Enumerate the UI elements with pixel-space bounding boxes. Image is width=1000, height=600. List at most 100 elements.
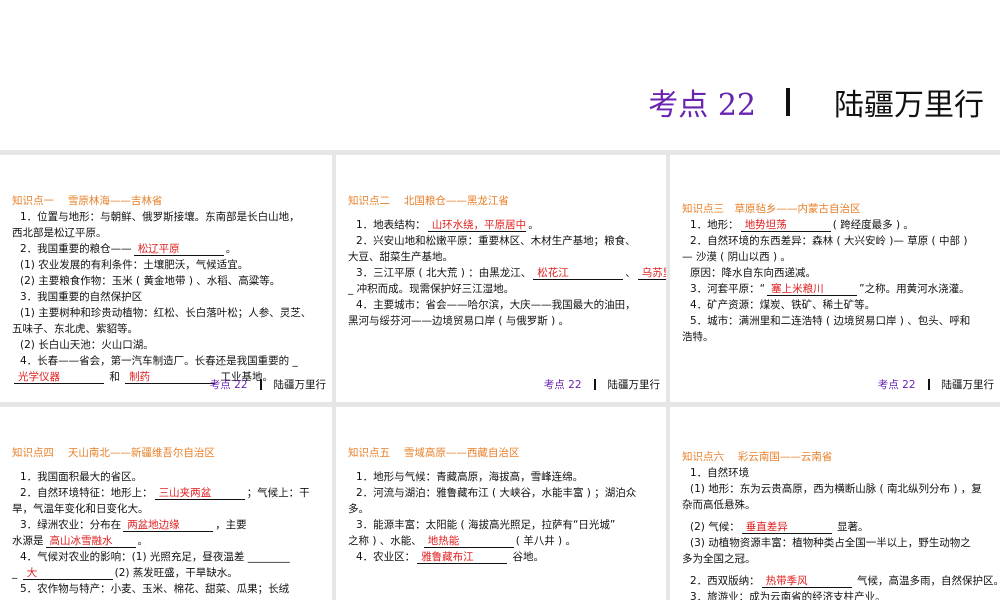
text-segment: 4．气候对农业的影响：(1) 光照充足，昼夜温差 ________	[20, 551, 290, 563]
text-line: 水源是 高山冰雪融水。	[12, 533, 332, 549]
text-segment: 大豆、甜菜生产基地。	[348, 251, 453, 263]
text-line: (1) 地形：东为云贵高原，西为横断山脉 ( 南北纵列分布 ) ，复	[682, 481, 1000, 497]
text-line: 1．自然环境	[682, 465, 1000, 481]
text-segment: 4．长春——省会，第一汽车制造厂。长春还是我国重要的 _	[20, 355, 298, 367]
slide-footer: 考点 22 陆疆万里行	[544, 377, 660, 392]
topic-number: 考点 22	[648, 88, 756, 123]
knowledge-point-heading: 知识点一 雪原林海——吉林省	[12, 195, 163, 207]
text-segment: 和	[106, 371, 124, 383]
answer-blank: 地热能	[423, 535, 514, 548]
text-line: (1) 农业发展的有利条件：土壤肥沃，气候适宜。	[12, 257, 332, 273]
slide-thumbnail[interactable]: 知识点四 天山南北——新疆维吾尔自治区 1．我国面积最大的省区。 2．自然环境特征：…	[0, 407, 332, 600]
slide-title: 考点 22 陆疆万里行	[648, 80, 984, 124]
text-line: 3．河套平原：“ 塞上米粮川 ”之称。用黄河水浇灌。	[682, 281, 1000, 297]
slide-thumbnail[interactable]: 知识点三 草原毡乡——内蒙古自治区 1．地形： 地势坦荡( 跨经度最多 ) 。 2．自…	[670, 155, 1000, 402]
text-line: 5．城市：满洲里和二连浩特 ( 边境贸易口岸 ) 、包头、呼和	[682, 313, 1000, 329]
text-segment: 1．自然环境	[690, 467, 750, 479]
answer-blank: 山环水绕，平原居中	[427, 219, 527, 232]
text-line: 4．气候对农业的影响：(1) 光照充足，昼夜温差 ________	[12, 549, 332, 565]
text-segment: 4．农业区：	[356, 551, 416, 563]
answer-blank: 大	[22, 567, 113, 580]
text-line: (3) 动植物资源丰富：植物种类占全国一半以上，野生动物之	[682, 535, 1000, 551]
text-segment: 谷地。	[509, 551, 545, 563]
answer-blank: 塞上米粮川	[767, 283, 858, 296]
footer-topic-name: 陆疆万里行	[607, 379, 661, 391]
text-line: 4．农业区： 雅鲁藏布江 谷地。	[348, 549, 666, 565]
text-line: 4．矿产资源：煤炭、铁矿、稀土矿等。	[682, 297, 1000, 313]
text-segment: 3．河套平原：“	[690, 283, 766, 295]
text-line: _ 冲积而成。现需保护好三江湿地。	[348, 281, 666, 297]
slide-thumbnail[interactable]: 知识点一 雪原林海——吉林省 1．位置与地形：与朝鲜、俄罗斯接壤。东南部是长白山地…	[0, 155, 332, 402]
footer-topic-name: 陆疆万里行	[273, 379, 327, 391]
text-segment: (1) 地形：东为云贵高原，西为横断山脉 ( 南北纵列分布 ) ，复	[690, 483, 982, 495]
text-segment: ，主要	[215, 519, 247, 531]
text-line: 2．西双版纳： 热带季风 气候，高温多雨，自然保护区。	[682, 573, 1000, 589]
text-segment: (2) 气候：	[690, 521, 740, 533]
text-segment: (1) 农业发展的有利条件：土壤肥沃，气候适宜。	[20, 259, 249, 271]
text-line: 3．三江平原 ( 北大荒 ) ：由黑龙江、松花江、乌苏里江	[348, 265, 666, 281]
answer-blank: 热带季风	[761, 575, 852, 588]
topic-name: 陆疆万里行	[834, 88, 984, 123]
answer-blank: 垂直差异	[741, 521, 832, 534]
slide-thumbnail[interactable]: 知识点五 雪域高原——西藏自治区 1．地形与气候：青藏高原，海拔高，雪峰连绵。 2．…	[336, 407, 666, 600]
text-segment: 4．主要城市：省会——哈尔滨，大庆——我国最大的油田，	[356, 299, 636, 311]
text-segment: 。	[528, 219, 539, 231]
text-line: 3．旅游业：成为云南省的经济支柱产业。	[682, 589, 1000, 600]
text-line: 5．农作物与特产：小麦、玉米、棉花、甜菜、瓜果；长绒	[12, 581, 332, 597]
text-line: 2．兴安山地和松嫩平原：重要林区、木材生产基地；粮食、	[348, 233, 666, 249]
text-segment: 3．三江平原 ( 北大荒 ) ：由黑龙江、	[356, 267, 532, 279]
text-segment: 浩特。	[682, 331, 714, 343]
text-line: 旱，气温年变化和日变化大。	[12, 501, 332, 517]
answer-blank: 两盆地边缘	[123, 519, 214, 532]
text-segment: 4．矿产资源：煤炭、铁矿、稀土矿等。	[690, 299, 876, 311]
text-segment: 五味子、东北虎、紫貂等。	[12, 323, 138, 335]
answer-blank: 三山夹两盆	[154, 487, 245, 500]
answer-blank: 松花江	[533, 267, 624, 280]
slide-footer: 考点 22 陆疆万里行	[878, 377, 994, 392]
text-segment: ；气候上：干	[246, 487, 310, 499]
answer-blank: 光学仪器	[14, 371, 104, 384]
text-line: _ 大 (2) 蒸发旺盛，干旱缺水。	[12, 565, 332, 581]
text-line: 2．自然环境的东西差异：森林 ( 大兴安岭 )— 草原 ( 中部 )	[682, 233, 1000, 249]
text-segment: ( 跨经度最多 ) 。	[832, 219, 914, 231]
footer-topic-number: 考点 22	[209, 379, 248, 391]
text-line: (1) 主要树种和珍贵动植物：红松、长白落叶松；人参、灵芝、	[12, 305, 332, 321]
text-line: 2．我国重要的粮仓—— 松辽平原。	[12, 241, 332, 257]
text-segment: 、	[625, 267, 636, 279]
text-segment: 。	[225, 243, 237, 255]
text-segment: 黑河与绥芬河——边境贸易口岸 ( 与俄罗斯 ) 。	[348, 315, 570, 327]
slide-thumbnail[interactable]: 知识点二 北国粮仓——黑龙江省 1．地表结构： 山环水绕，平原居中。 2．兴安山地和松…	[336, 155, 666, 402]
text-line: 4．长春——省会，第一汽车制造厂。长春还是我国重要的 _	[12, 353, 332, 369]
knowledge-point-heading: 知识点五 雪域高原——西藏自治区	[348, 447, 520, 459]
text-segment: 原因：降水自东向西递减。	[690, 267, 816, 279]
title-divider	[786, 88, 790, 116]
text-segment: 2．兴安山地和松嫩平原：重要林区、木材生产基地；粮食、	[356, 235, 636, 247]
knowledge-point-heading: 知识点四 天山南北——新疆维吾尔自治区	[12, 447, 215, 459]
text-line: 3．绿洲农业：分布在 两盆地边缘 ，主要	[12, 517, 332, 533]
slide-footer: 考点 22 陆疆万里行	[210, 377, 326, 392]
text-segment: 2．自然环境的东西差异：森林 ( 大兴安岭 )— 草原 ( 中部 )	[690, 235, 968, 247]
text-segment: 1．位置与地形：与朝鲜、俄罗斯接壤。东南部是长白山地，	[20, 211, 300, 223]
text-segment: _ 冲积而成。现需保护好三江湿地。	[348, 283, 515, 295]
answer-blank: 雅鲁藏布江	[417, 551, 508, 564]
footer-divider	[593, 379, 596, 390]
text-line: 1．位置与地形：与朝鲜、俄罗斯接壤。东南部是长白山地，	[12, 209, 332, 225]
text-segment: 1．地形：	[690, 219, 739, 231]
text-line: 黑河与绥芬河——边境贸易口岸 ( 与俄罗斯 ) 。	[348, 313, 666, 329]
text-segment: 3．能源丰富：太阳能 ( 海拔高光照足，拉萨有“日光城”	[356, 519, 616, 531]
text-segment: — 沙漠 ( 阴山以西 ) 。	[682, 251, 791, 263]
text-segment: (2) 长白山天池：火山口湖。	[20, 339, 154, 351]
text-segment: _	[12, 567, 21, 579]
text-line: — 沙漠 ( 阴山以西 ) 。	[682, 249, 1000, 265]
text-segment: 3．我国重要的自然保护区	[20, 291, 143, 303]
text-line: (2) 长白山天池：火山口湖。	[12, 337, 332, 353]
slide-thumbnail[interactable]: 知识点六 彩云南国——云南省 1．自然环境 (1) 地形：东为云贵高原，西为横断山脉…	[670, 407, 1000, 600]
answer-blank: 高山冰雪融水	[45, 535, 136, 548]
text-segment: (2) 蒸发旺盛，干旱缺水。	[114, 567, 238, 579]
text-line: 多。	[348, 501, 666, 517]
text-line: 1．地形与气候：青藏高原，海拔高，雪峰连绵。	[348, 469, 666, 485]
footer-topic-name: 陆疆万里行	[941, 379, 995, 391]
text-segment: 1．我国面积最大的省区。	[20, 471, 143, 483]
text-line: 2．自然环境特征：地形上： 三山夹两盆 ；气候上：干	[12, 485, 332, 501]
text-line: 浩特。	[682, 329, 1000, 345]
